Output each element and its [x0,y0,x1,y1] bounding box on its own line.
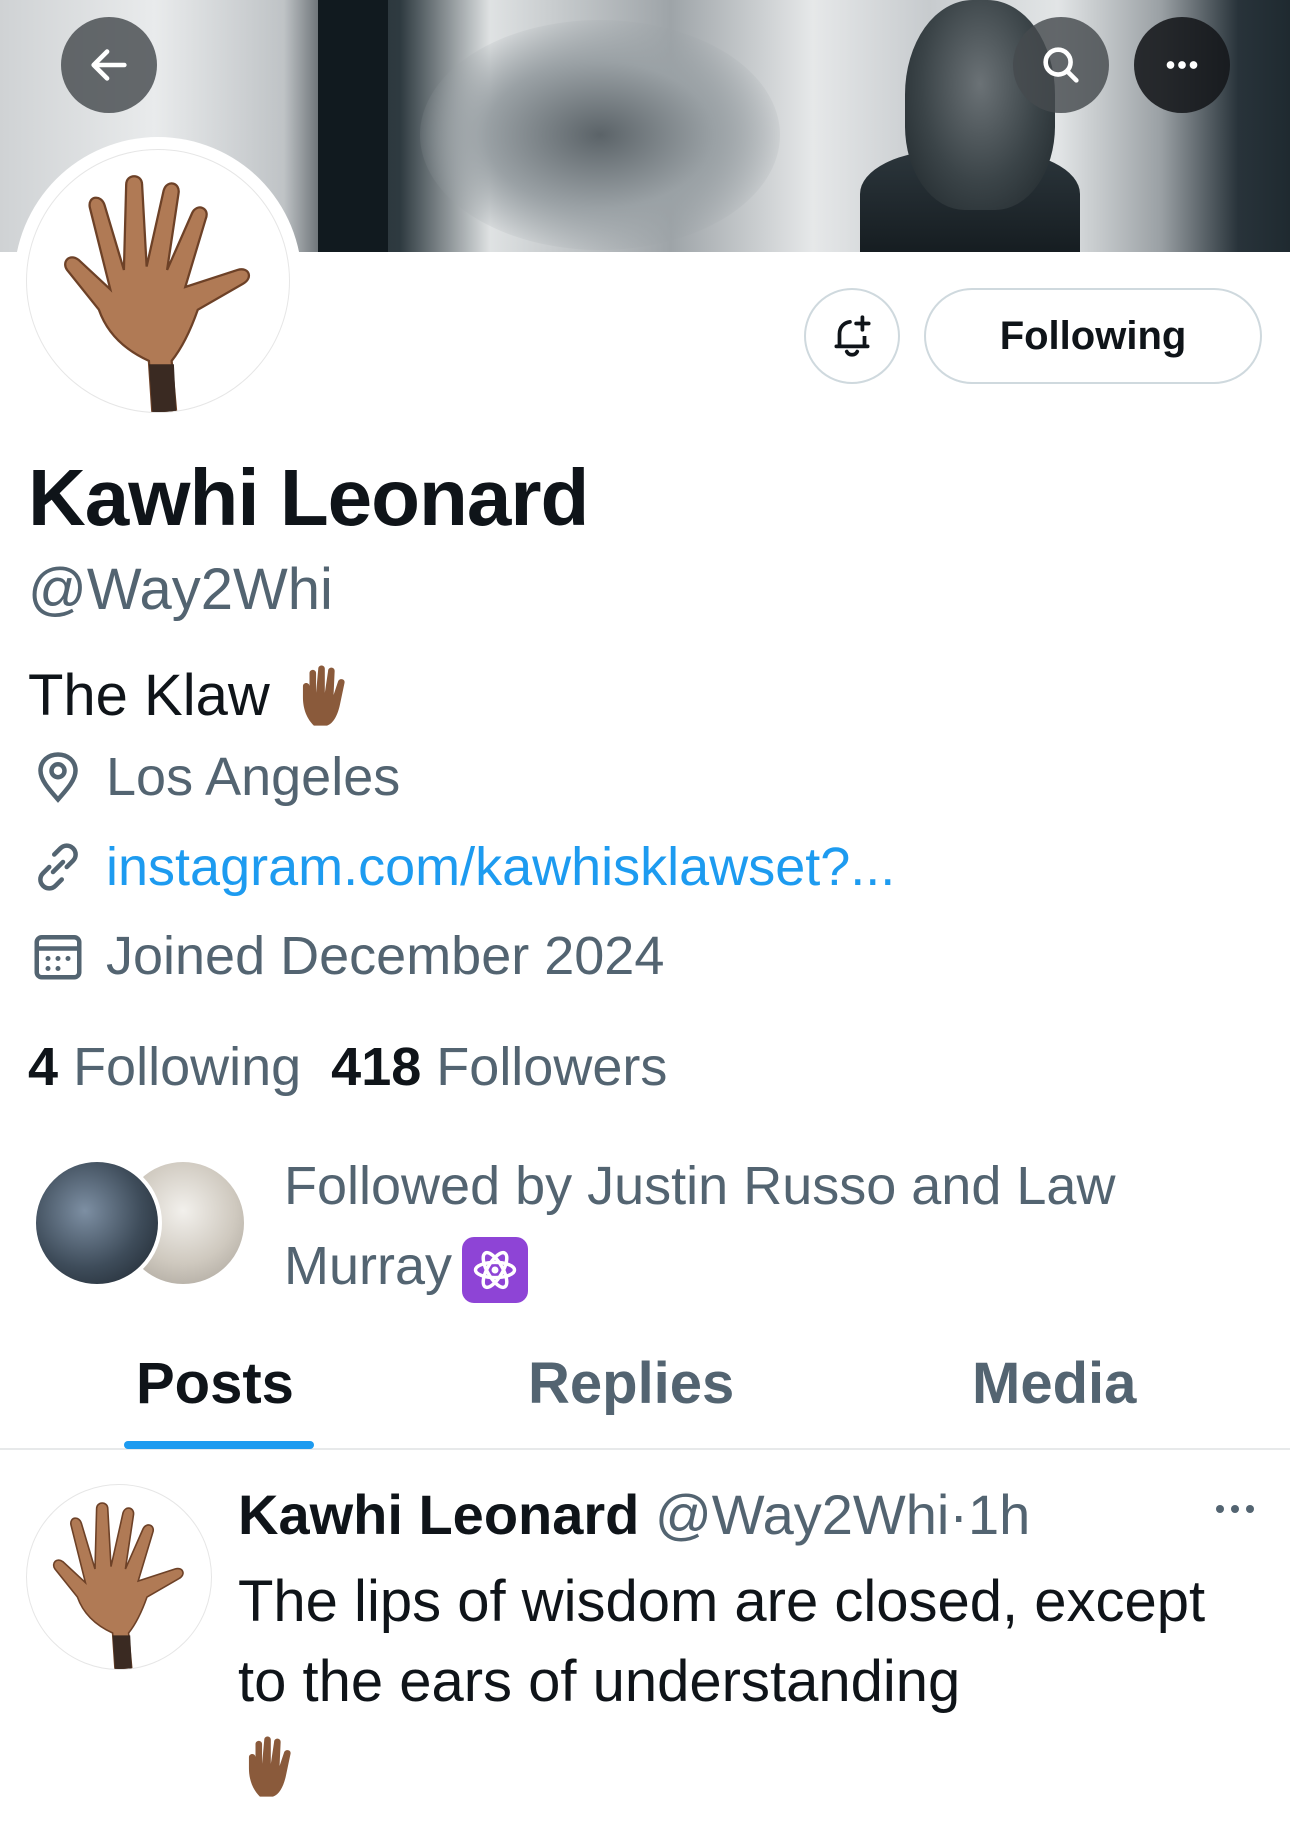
bell-plus-icon [834,315,871,357]
followed-by-line1: Followed by Justin Russo and Law [284,1156,1116,1216]
followed-by-text: Followed by Justin Russo and Law Murray [284,1146,1244,1306]
raised-hand-icon [302,665,345,726]
atom-symbol-icon [462,1236,529,1303]
followers-stat[interactable]: 418 Followers [331,1036,667,1098]
location-pin-icon [38,752,78,803]
more-horizontal-icon [1166,61,1198,69]
profile-joined: Joined December 2024 [28,925,664,987]
post-item[interactable]: Kawhi Leonard @Way2Whi·1h The lips of wi… [0,1452,1290,1825]
link-icon [38,843,78,891]
location-text: Los Angeles [106,747,401,807]
post-separator: · [949,1483,968,1546]
calendar-icon [34,935,82,980]
joined-text: Joined December 2024 [106,926,665,986]
hand-logo-icon [64,175,251,412]
profile-website[interactable]: instagram.com/kawhisklawset?... [28,836,895,898]
profile-handle: @Way2Whi [28,557,333,622]
profile-stats: 4 Following 418 Followers [28,1036,667,1098]
search-button[interactable] [1013,17,1109,113]
following-count: 4 [28,1037,59,1097]
tab-posts[interactable]: Posts [136,1350,294,1417]
profile-location: Los Angeles [28,746,400,808]
tab-media[interactable]: Media [972,1350,1136,1417]
more-button[interactable] [1134,17,1230,113]
arrow-left-icon [91,49,127,81]
follower-avatar [32,1158,162,1288]
post-text: The lips of wisdom are closed, except to… [238,1569,1206,1714]
post-author-avatar[interactable] [26,1484,212,1670]
post-body: The lips of wisdom are closed, except to… [238,1562,1258,1802]
hand-logo-icon [52,1502,184,1669]
following-stat[interactable]: 4 Following [28,1036,301,1098]
banner-blur [420,20,780,250]
followers-label: Followers [436,1037,668,1097]
post-time[interactable]: 1h [968,1483,1030,1546]
profile-tabs: Posts Replies Media [0,1340,1290,1450]
profile-bio: The Klaw [28,660,362,730]
notify-button[interactable] [804,288,900,384]
post-more-icon[interactable] [1210,1494,1260,1524]
following-label: Following [73,1037,302,1097]
post-author-handle[interactable]: @Way2Whi [655,1483,949,1546]
post-author-name[interactable]: Kawhi Leonard [238,1483,639,1546]
banner-shadow [318,0,388,252]
raised-hand-icon [248,1736,291,1797]
followers-count: 418 [331,1037,422,1097]
bio-text: The Klaw [28,662,270,728]
followed-by[interactable]: Followed by Justin Russo and Law Murray [32,1146,1262,1326]
profile-avatar[interactable] [14,137,302,425]
profile-name: Kawhi Leonard [28,453,589,542]
post-header: Kawhi Leonard @Way2Whi·1h [238,1482,1030,1547]
followed-by-line2: Murray [284,1236,453,1296]
tab-replies[interactable]: Replies [528,1350,734,1417]
search-icon [1043,47,1079,83]
following-button[interactable]: Following [924,288,1262,384]
avatar-image [26,149,290,413]
back-button[interactable] [61,17,157,113]
website-link[interactable]: instagram.com/kawhisklawset?... [106,836,895,898]
active-tab-indicator [124,1441,314,1449]
